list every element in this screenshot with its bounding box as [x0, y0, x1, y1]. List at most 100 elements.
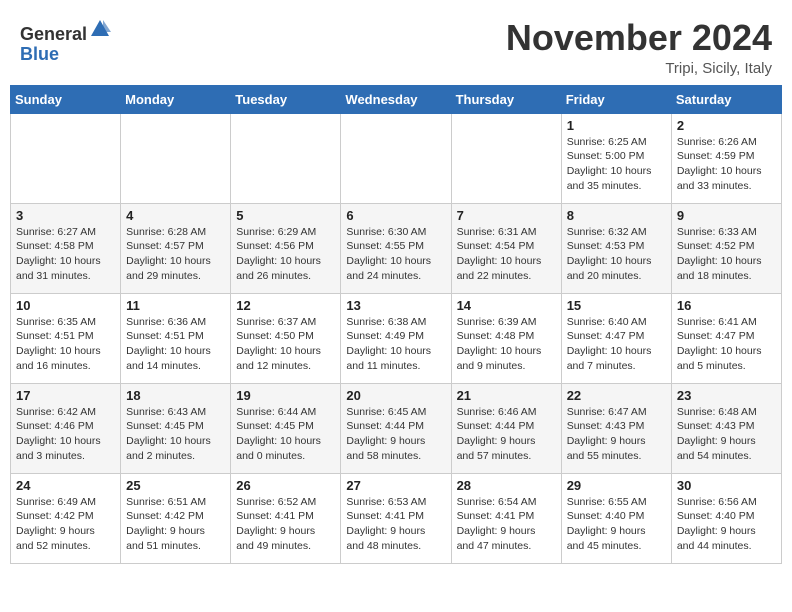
day-info: Sunrise: 6:56 AMSunset: 4:40 PMDaylight:…	[677, 495, 776, 554]
calendar-cell: 10Sunrise: 6:35 AMSunset: 4:51 PMDayligh…	[11, 293, 121, 383]
day-info: Sunrise: 6:54 AMSunset: 4:41 PMDaylight:…	[457, 495, 556, 554]
day-info: Sunrise: 6:29 AMSunset: 4:56 PMDaylight:…	[236, 225, 335, 284]
day-info: Sunrise: 6:52 AMSunset: 4:41 PMDaylight:…	[236, 495, 335, 554]
calendar-week-row: 3Sunrise: 6:27 AMSunset: 4:58 PMDaylight…	[11, 203, 782, 293]
weekday-header: Saturday	[671, 85, 781, 113]
weekday-header: Friday	[561, 85, 671, 113]
day-number: 11	[126, 298, 225, 313]
title-block: November 2024 Tripi, Sicily, Italy	[506, 18, 772, 77]
calendar-cell: 23 Sunrise: 6:48 AMSunset: 4:43 PMDayligh…	[671, 383, 781, 473]
day-number: 30	[677, 478, 776, 493]
calendar-cell	[341, 113, 451, 203]
day-number: 26	[236, 478, 335, 493]
day-number: 14	[457, 298, 556, 313]
calendar-cell: 25Sunrise: 6:51 AMSunset: 4:42 PMDayligh…	[121, 473, 231, 563]
day-info: Sunrise: 6:26 AMSunset: 4:59 PMDaylight:…	[677, 135, 776, 194]
calendar-cell: 14 Sunrise: 6:39 AMSunset: 4:48 PMDayligh…	[451, 293, 561, 383]
calendar-cell: 30 Sunrise: 6:56 AMSunset: 4:40 PMDayligh…	[671, 473, 781, 563]
day-info: Sunrise: 6:38 AMSunset: 4:49 PMDaylight:…	[346, 315, 445, 374]
day-info: Sunrise: 6:47 AMSunset: 4:43 PMDaylight:…	[567, 405, 666, 464]
day-number: 17	[16, 388, 115, 403]
weekday-header: Monday	[121, 85, 231, 113]
calendar-cell: 17 Sunrise: 6:42 AMSunset: 4:46 PMDayligh…	[11, 383, 121, 473]
calendar-cell: 8Sunrise: 6:32 AMSunset: 4:53 PMDaylight…	[561, 203, 671, 293]
page-header: General Blue November 2024 Tripi, Sicily…	[10, 10, 782, 77]
calendar-cell: 4 Sunrise: 6:28 AMSunset: 4:57 PMDaylight…	[121, 203, 231, 293]
day-number: 4	[126, 208, 225, 223]
day-number: 27	[346, 478, 445, 493]
weekday-header: Sunday	[11, 85, 121, 113]
day-info: Sunrise: 6:55 AMSunset: 4:40 PMDaylight:…	[567, 495, 666, 554]
day-info: Sunrise: 6:36 AMSunset: 4:51 PMDaylight:…	[126, 315, 225, 374]
day-info: Sunrise: 6:33 AMSunset: 4:52 PMDaylight:…	[677, 225, 776, 284]
month-title: November 2024	[506, 18, 772, 58]
day-number: 20	[346, 388, 445, 403]
calendar-week-row: 10Sunrise: 6:35 AMSunset: 4:51 PMDayligh…	[11, 293, 782, 383]
weekday-header: Wednesday	[341, 85, 451, 113]
calendar-cell: 19 Sunrise: 6:44 AMSunset: 4:45 PMDayligh…	[231, 383, 341, 473]
day-info: Sunrise: 6:51 AMSunset: 4:42 PMDaylight:…	[126, 495, 225, 554]
calendar-cell: 13Sunrise: 6:38 AMSunset: 4:49 PMDayligh…	[341, 293, 451, 383]
calendar-cell: 6 Sunrise: 6:30 AMSunset: 4:55 PMDaylight…	[341, 203, 451, 293]
calendar-week-row: 1 Sunrise: 6:25 AMSunset: 5:00 PMDaylight…	[11, 113, 782, 203]
calendar-cell	[11, 113, 121, 203]
calendar-cell: 22 Sunrise: 6:47 AMSunset: 4:43 PMDayligh…	[561, 383, 671, 473]
calendar-cell: 18 Sunrise: 6:43 AMSunset: 4:45 PMDayligh…	[121, 383, 231, 473]
calendar-cell: 11 Sunrise: 6:36 AMSunset: 4:51 PMDayligh…	[121, 293, 231, 383]
day-number: 8	[567, 208, 666, 223]
day-info: Sunrise: 6:37 AMSunset: 4:50 PMDaylight:…	[236, 315, 335, 374]
calendar-cell	[451, 113, 561, 203]
day-number: 29	[567, 478, 666, 493]
day-info: Sunrise: 6:43 AMSunset: 4:45 PMDaylight:…	[126, 405, 225, 464]
calendar-cell: 3Sunrise: 6:27 AMSunset: 4:58 PMDaylight…	[11, 203, 121, 293]
calendar-cell	[121, 113, 231, 203]
day-info: Sunrise: 6:27 AMSunset: 4:58 PMDaylight:…	[16, 225, 115, 284]
day-number: 23	[677, 388, 776, 403]
day-info: Sunrise: 6:28 AMSunset: 4:57 PMDaylight:…	[126, 225, 225, 284]
day-number: 1	[567, 118, 666, 133]
calendar-cell: 26 Sunrise: 6:52 AMSunset: 4:41 PMDayligh…	[231, 473, 341, 563]
logo-blue: Blue	[20, 44, 59, 64]
day-info: Sunrise: 6:30 AMSunset: 4:55 PMDaylight:…	[346, 225, 445, 284]
day-number: 22	[567, 388, 666, 403]
weekday-header: Thursday	[451, 85, 561, 113]
day-info: Sunrise: 6:48 AMSunset: 4:43 PMDaylight:…	[677, 405, 776, 464]
day-number: 28	[457, 478, 556, 493]
calendar-cell: 2 Sunrise: 6:26 AMSunset: 4:59 PMDaylight…	[671, 113, 781, 203]
day-info: Sunrise: 6:42 AMSunset: 4:46 PMDaylight:…	[16, 405, 115, 464]
logo-general: General	[20, 24, 87, 44]
day-number: 19	[236, 388, 335, 403]
day-number: 6	[346, 208, 445, 223]
day-info: Sunrise: 6:44 AMSunset: 4:45 PMDaylight:…	[236, 405, 335, 464]
day-number: 15	[567, 298, 666, 313]
weekday-header-row: SundayMondayTuesdayWednesdayThursdayFrid…	[11, 85, 782, 113]
calendar-cell: 24Sunrise: 6:49 AMSunset: 4:42 PMDayligh…	[11, 473, 121, 563]
day-number: 10	[16, 298, 115, 313]
day-info: Sunrise: 6:25 AMSunset: 5:00 PMDaylight:…	[567, 135, 666, 194]
calendar-cell: 12Sunrise: 6:37 AMSunset: 4:50 PMDayligh…	[231, 293, 341, 383]
weekday-header: Tuesday	[231, 85, 341, 113]
calendar-cell: 1 Sunrise: 6:25 AMSunset: 5:00 PMDaylight…	[561, 113, 671, 203]
day-number: 24	[16, 478, 115, 493]
logo: General Blue	[20, 18, 111, 65]
location-subtitle: Tripi, Sicily, Italy	[506, 60, 772, 77]
calendar-table: SundayMondayTuesdayWednesdayThursdayFrid…	[10, 85, 782, 564]
calendar-cell: 28 Sunrise: 6:54 AMSunset: 4:41 PMDayligh…	[451, 473, 561, 563]
day-info: Sunrise: 6:46 AMSunset: 4:44 PMDaylight:…	[457, 405, 556, 464]
day-info: Sunrise: 6:39 AMSunset: 4:48 PMDaylight:…	[457, 315, 556, 374]
calendar-cell: 27Sunrise: 6:53 AMSunset: 4:41 PMDayligh…	[341, 473, 451, 563]
day-number: 18	[126, 388, 225, 403]
calendar-week-row: 24Sunrise: 6:49 AMSunset: 4:42 PMDayligh…	[11, 473, 782, 563]
day-number: 7	[457, 208, 556, 223]
calendar-cell	[231, 113, 341, 203]
calendar-cell: 21 Sunrise: 6:46 AMSunset: 4:44 PMDayligh…	[451, 383, 561, 473]
day-info: Sunrise: 6:41 AMSunset: 4:47 PMDaylight:…	[677, 315, 776, 374]
day-number: 2	[677, 118, 776, 133]
day-info: Sunrise: 6:40 AMSunset: 4:47 PMDaylight:…	[567, 315, 666, 374]
calendar-week-row: 17 Sunrise: 6:42 AMSunset: 4:46 PMDayligh…	[11, 383, 782, 473]
day-number: 5	[236, 208, 335, 223]
calendar-cell: 16 Sunrise: 6:41 AMSunset: 4:47 PMDayligh…	[671, 293, 781, 383]
day-number: 16	[677, 298, 776, 313]
day-number: 21	[457, 388, 556, 403]
calendar-cell: 29 Sunrise: 6:55 AMSunset: 4:40 PMDayligh…	[561, 473, 671, 563]
